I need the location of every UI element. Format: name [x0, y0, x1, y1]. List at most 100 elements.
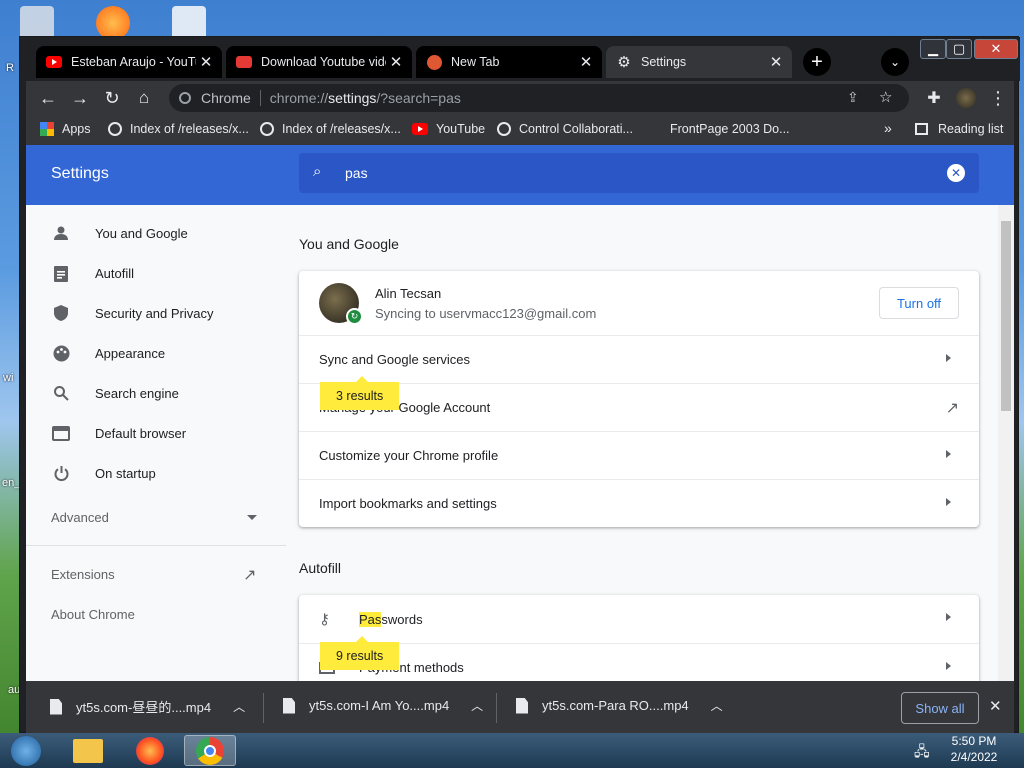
- bookmark-label: Apps: [62, 122, 91, 136]
- scrollbar[interactable]: [998, 205, 1014, 681]
- sync-badge-icon: ↻: [346, 308, 363, 325]
- page-title: Settings: [51, 165, 109, 182]
- chevron-up-icon[interactable]: ︿: [711, 697, 723, 714]
- tab-search-button[interactable]: ⌄: [881, 48, 909, 76]
- settings-sidebar: You and Google Autofill Security and Pri…: [26, 205, 286, 681]
- tab-new-tab[interactable]: New Tab ✕: [416, 46, 602, 78]
- sidebar-item-search-engine[interactable]: Search engine: [51, 381, 179, 405]
- account-name: Alin Tecsan: [375, 286, 442, 301]
- download-item[interactable]: yt5s.com-I Am Yo....mp4 ︿: [283, 697, 483, 714]
- close-downloads-icon[interactable]: ✕: [989, 697, 1002, 715]
- recycle-bin-icon[interactable]: [20, 6, 54, 40]
- turn-off-button[interactable]: Turn off: [879, 287, 959, 319]
- download-divider: [496, 693, 497, 723]
- download-filename: yt5s.com-昼昼的....mp4: [76, 700, 212, 715]
- url-path: /?search=pas: [376, 90, 461, 106]
- bookmark-youtube[interactable]: YouTube: [412, 122, 485, 136]
- scrollbar-thumb[interactable]: [1001, 221, 1011, 411]
- bookmark-control-collaboration[interactable]: Control Collaborati...: [497, 122, 633, 136]
- bookmark-label: Index of /releases/x...: [282, 122, 401, 136]
- apps-grid-icon: [40, 122, 54, 136]
- reload-button[interactable]: ↻: [100, 86, 124, 110]
- menu-icon[interactable]: ⋮: [986, 86, 1010, 110]
- search-input[interactable]: pas: [345, 165, 368, 181]
- autofill-card: ⚷ Passwords Payment methods 9 results: [299, 595, 979, 681]
- installer-icon[interactable]: [172, 6, 206, 40]
- page-icon: [647, 122, 661, 136]
- address-bar[interactable]: Chrome chrome:// settings /?search=pas ⇪…: [169, 84, 909, 112]
- file-explorer-icon[interactable]: [62, 735, 114, 766]
- row-label: Sync and Google services: [319, 352, 471, 367]
- close-window-button[interactable]: ✕: [974, 39, 1018, 59]
- passwords-row[interactable]: ⚷ Passwords: [299, 595, 979, 643]
- settings-search[interactable]: ⌕ pas ✕: [299, 153, 979, 193]
- chevron-right-icon: [946, 498, 951, 506]
- chevron-up-icon[interactable]: ︿: [233, 698, 245, 715]
- sidebar-extensions[interactable]: Extensions ↗: [51, 567, 261, 584]
- close-icon[interactable]: ✕: [386, 53, 406, 71]
- chevron-down-icon: [247, 515, 257, 520]
- firefox-icon[interactable]: [124, 735, 176, 766]
- sidebar-advanced[interactable]: Advanced: [51, 510, 261, 525]
- sidebar-about-chrome[interactable]: About Chrome: [51, 607, 135, 622]
- sidebar-item-appearance[interactable]: Appearance: [51, 341, 165, 365]
- bookmarks-overflow-button[interactable]: »: [884, 120, 892, 136]
- firefox-icon[interactable]: [96, 6, 130, 40]
- sidebar-item-you-and-google[interactable]: You and Google: [51, 221, 188, 245]
- search-match-highlight: Pas: [359, 611, 382, 627]
- manage-google-account-row[interactable]: Manage your Google Account ↗: [299, 383, 979, 431]
- search-results-bubble: 9 results: [320, 636, 400, 670]
- file-icon: [50, 698, 62, 715]
- bookmark-label: Control Collaborati...: [519, 122, 633, 136]
- minimize-button[interactable]: ▁: [920, 39, 946, 59]
- tab-title: New Tab: [451, 55, 500, 69]
- bookmark-frontpage[interactable]: FrontPage 2003 Do...: [647, 122, 790, 136]
- bookmark-star-icon[interactable]: ☆: [879, 88, 892, 106]
- show-all-button[interactable]: Show all: [901, 692, 979, 724]
- clear-search-icon[interactable]: ✕: [947, 164, 965, 182]
- reading-list-button[interactable]: Reading list: [915, 122, 1003, 136]
- payment-methods-row[interactable]: Payment methods: [299, 643, 979, 681]
- taskbar: 🖧 5:50 PM 2/4/2022: [0, 733, 1024, 768]
- extensions-icon[interactable]: ✚: [922, 86, 946, 110]
- omnibox-divider: [259, 90, 261, 106]
- globe-icon: [260, 122, 274, 136]
- tab-esteban-youtube[interactable]: Esteban Araujo - YouTube ✕: [36, 46, 222, 78]
- row-label: Customize your Chrome profile: [319, 448, 499, 463]
- sidebar-item-default-browser[interactable]: Default browser: [51, 421, 186, 445]
- start-button[interactable]: [4, 735, 48, 766]
- clock[interactable]: 5:50 PM 2/4/2022: [940, 734, 1008, 764]
- profile-avatar[interactable]: [954, 86, 978, 110]
- sidebar-item-security[interactable]: Security and Privacy: [51, 301, 214, 325]
- chevron-up-icon[interactable]: ︿: [471, 697, 483, 714]
- close-icon[interactable]: ✕: [766, 53, 786, 71]
- import-bookmarks-row[interactable]: Import bookmarks and settings: [299, 479, 979, 527]
- download-filename: yt5s.com-Para RO....mp4: [542, 698, 689, 713]
- share-icon[interactable]: ⇪: [847, 89, 859, 106]
- chrome-icon[interactable]: [184, 735, 236, 766]
- tab-settings[interactable]: ⚙ Settings ✕: [606, 46, 792, 78]
- sidebar-item-on-startup[interactable]: On startup: [51, 461, 156, 485]
- bookmark-index-releases-2[interactable]: Index of /releases/x...: [260, 122, 401, 136]
- maximize-button[interactable]: ▢: [946, 39, 972, 59]
- tab-title: Esteban Araujo - YouTube: [71, 55, 196, 69]
- back-button[interactable]: ←: [36, 86, 60, 110]
- youtube-icon: [412, 123, 428, 135]
- account-row: ↻ Alin Tecsan Syncing to uservmacc123@gm…: [299, 271, 979, 335]
- bookmark-apps[interactable]: Apps: [40, 122, 91, 136]
- clock-date: 2/4/2022: [950, 750, 998, 764]
- new-tab-button[interactable]: +: [803, 48, 831, 76]
- download-item[interactable]: yt5s.com-昼昼的....mp4 ︿: [50, 697, 245, 716]
- sync-and-google-services-row[interactable]: Sync and Google services: [299, 335, 979, 383]
- home-button[interactable]: ⌂: [132, 86, 156, 110]
- forward-button[interactable]: →: [68, 86, 92, 110]
- bookmark-index-releases-1[interactable]: Index of /releases/x...: [108, 122, 249, 136]
- customize-chrome-profile-row[interactable]: Customize your Chrome profile: [299, 431, 979, 479]
- close-icon[interactable]: ✕: [576, 53, 596, 71]
- person-icon: [51, 223, 71, 243]
- sidebar-item-autofill[interactable]: Autofill: [51, 261, 134, 285]
- network-icon[interactable]: 🖧: [914, 741, 930, 765]
- download-item[interactable]: yt5s.com-Para RO....mp4 ︿: [516, 697, 723, 714]
- tab-download-youtube[interactable]: Download Youtube video ✕: [226, 46, 412, 78]
- close-icon[interactable]: ✕: [196, 53, 216, 71]
